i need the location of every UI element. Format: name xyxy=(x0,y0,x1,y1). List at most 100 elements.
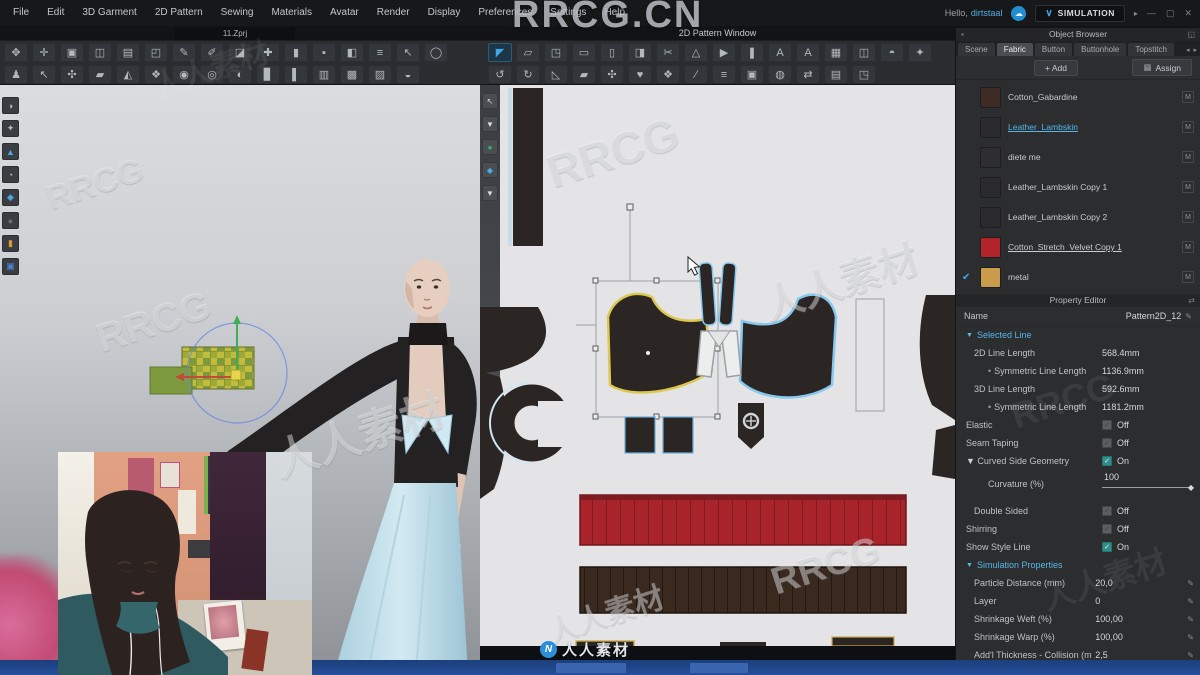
menu-item[interactable]: 2D Pattern xyxy=(146,0,212,26)
edit-pencil-icon[interactable]: ✎ xyxy=(1187,633,1194,642)
tool-icon[interactable]: ▮ xyxy=(284,43,308,62)
tool-icon[interactable]: ≡ xyxy=(368,43,392,62)
section-simulation-properties[interactable]: ▼ Simulation Properties xyxy=(956,556,1200,574)
pattern-piece-right-1[interactable] xyxy=(919,295,955,420)
fabric-swatch[interactable] xyxy=(980,146,1001,168)
tool-icon[interactable]: ◉ xyxy=(172,65,196,84)
tool-icon[interactable]: ✦ xyxy=(908,43,932,62)
tool-icon[interactable]: ▦ xyxy=(824,43,848,62)
fabric-row[interactable]: ✔ metal M xyxy=(956,262,1200,292)
seam-taping-checkbox[interactable] xyxy=(1102,438,1112,448)
tool-icon[interactable]: △ xyxy=(684,43,708,62)
view-tool-icon[interactable]: ▲ xyxy=(2,143,19,160)
tool-icon[interactable]: ↺ xyxy=(488,65,512,84)
tool-icon[interactable]: ◧ xyxy=(340,43,364,62)
tool-icon[interactable]: ▣ xyxy=(60,43,84,62)
object-browser-tab[interactable]: Topstitch xyxy=(1128,43,1174,56)
tool-icon[interactable]: ◎ xyxy=(200,65,224,84)
object-browser-tab[interactable]: Scene xyxy=(958,43,995,56)
collapse-arrow-icon[interactable]: ▼ xyxy=(966,332,973,339)
tool-icon[interactable]: ⇄ xyxy=(796,65,820,84)
edit-pencil-icon[interactable]: ✎ xyxy=(1185,312,1192,321)
pattern-piece-square-1[interactable] xyxy=(624,416,656,454)
pattern-2d-canvas[interactable]: ↖ ▼ ● ◆ ▼ xyxy=(480,85,955,648)
tool-icon[interactable]: ✂ xyxy=(656,43,680,62)
edit-pencil-icon[interactable]: ✎ xyxy=(1187,579,1194,588)
tool-icon[interactable]: ♟ xyxy=(4,65,28,84)
panel-expand-icon[interactable]: ◱ xyxy=(1187,28,1195,41)
curvature-value[interactable]: 100 xyxy=(1102,472,1194,482)
pattern-piece-right-2[interactable] xyxy=(932,425,955,479)
tool-icon[interactable]: ◺ xyxy=(544,65,568,84)
menu-item[interactable]: Render xyxy=(368,0,419,26)
curvature-slider[interactable]: ◆ xyxy=(1102,482,1194,492)
addl-thickness-value[interactable]: 2,5 xyxy=(1095,650,1108,660)
menu-item[interactable]: Help xyxy=(595,0,634,26)
tool-icon[interactable]: ▰ xyxy=(572,65,596,84)
fabric-swatch[interactable] xyxy=(980,266,1001,288)
panel-menu-icon[interactable]: ▪ xyxy=(961,28,964,41)
pattern-piece-bodice-selected[interactable] xyxy=(606,292,714,394)
tool-icon[interactable]: ▱ xyxy=(516,43,540,62)
pattern-piece-dark-strip[interactable] xyxy=(579,566,907,614)
tool-icon[interactable]: ✚ xyxy=(256,43,280,62)
taskbar-item[interactable] xyxy=(556,663,626,673)
fabric-row[interactable]: ✔ Leather_Lambskin Copy 2 M xyxy=(956,202,1200,232)
tool-icon[interactable]: ▭ xyxy=(572,43,596,62)
view-tool-icon[interactable]: ● xyxy=(2,212,19,229)
menu-item[interactable]: 3D Garment xyxy=(73,0,145,26)
fabric-badge[interactable]: M xyxy=(1182,271,1194,283)
elastic-checkbox[interactable] xyxy=(1102,420,1112,430)
simulation-button[interactable]: ∨ SIMULATION xyxy=(1035,4,1125,22)
shrinkage-warp-value[interactable]: 100,00 xyxy=(1095,632,1123,642)
fabric-swatch[interactable] xyxy=(980,206,1001,228)
tool-icon[interactable]: ◫ xyxy=(88,43,112,62)
tab-scroll-arrows[interactable]: ◂ ▸ xyxy=(1186,46,1198,56)
tool-icon[interactable]: ✛ xyxy=(32,43,56,62)
tool-icon[interactable]: ❖ xyxy=(144,65,168,84)
tool-icon[interactable]: ▌ xyxy=(284,65,308,84)
tool-icon[interactable]: ❚ xyxy=(740,43,764,62)
fabric-swatch[interactable] xyxy=(980,116,1001,138)
show-style-line-checkbox[interactable] xyxy=(1102,542,1112,552)
tool-icon[interactable]: ▣ xyxy=(740,65,764,84)
object-browser-tab[interactable]: Fabric xyxy=(996,43,1033,56)
menu-item[interactable]: Display xyxy=(419,0,470,26)
pattern-name-value[interactable]: Pattern2D_12 xyxy=(1126,311,1182,321)
view-tool-icon[interactable]: ▣ xyxy=(2,258,19,275)
tool-icon[interactable]: ✣ xyxy=(60,65,84,84)
fabric-badge[interactable]: M xyxy=(1182,151,1194,163)
pattern-piece-sliver-3[interactable] xyxy=(831,636,895,647)
maximize-button[interactable]: ▢ xyxy=(1166,8,1175,19)
edit-pencil-icon[interactable]: ✎ xyxy=(1187,597,1194,606)
fabric-swatch[interactable] xyxy=(980,176,1001,198)
taskbar-item[interactable] xyxy=(690,663,748,673)
view-tool-icon[interactable]: ✦ xyxy=(2,120,19,137)
minimize-button[interactable]: — xyxy=(1147,8,1156,19)
menu-item[interactable]: File xyxy=(4,0,38,26)
shirring-checkbox[interactable] xyxy=(1102,524,1112,534)
tool-icon[interactable]: ✐ xyxy=(200,43,224,62)
tool-icon[interactable]: ↖ xyxy=(32,65,56,84)
fabric-swatch[interactable] xyxy=(980,236,1001,258)
pattern-piece-square-2[interactable] xyxy=(662,416,694,454)
cloud-icon[interactable]: ☁ xyxy=(1011,5,1027,21)
tool-icon[interactable]: ◫ xyxy=(852,43,876,62)
tool-icon[interactable]: ◪ xyxy=(228,43,252,62)
tool-icon[interactable]: ✎ xyxy=(172,43,196,62)
tool-icon[interactable]: ❖ xyxy=(656,65,680,84)
tool-icon[interactable]: ▪ xyxy=(312,43,336,62)
fabric-row[interactable]: ✔ Leather_Lambskin Copy 1 M xyxy=(956,172,1200,202)
pattern-piece-left-blob[interactable] xyxy=(480,307,547,373)
collapse-arrow-icon[interactable]: ▼ xyxy=(966,562,973,569)
tool-icon[interactable]: ▩ xyxy=(340,65,364,84)
tool-icon[interactable]: ▯ xyxy=(600,43,624,62)
panel-swap-icon[interactable]: ⇄ xyxy=(1188,294,1195,307)
tool-icon[interactable]: ◍ xyxy=(768,65,792,84)
tool-icon[interactable]: ▤ xyxy=(116,43,140,62)
tool-icon[interactable]: ◯ xyxy=(424,43,448,62)
menu-item[interactable]: Materials xyxy=(262,0,321,26)
tool-icon[interactable]: A xyxy=(768,43,792,62)
tool-icon[interactable]: ◓ xyxy=(880,43,904,62)
close-button[interactable]: ✕ xyxy=(1184,8,1192,19)
